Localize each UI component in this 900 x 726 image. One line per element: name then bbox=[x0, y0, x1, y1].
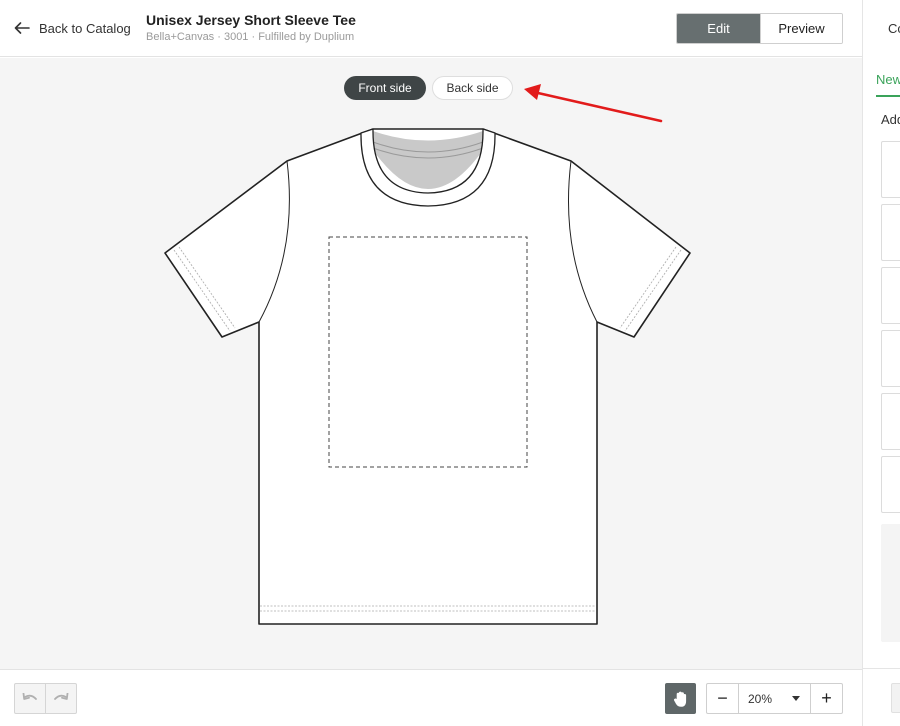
tshirt-mockup bbox=[164, 128, 691, 625]
zoom-level-select[interactable]: 20% bbox=[738, 684, 811, 713]
history-controls bbox=[14, 683, 77, 714]
undo-icon bbox=[22, 692, 38, 700]
arrow-left-icon bbox=[14, 22, 30, 34]
edit-button[interactable]: Edit bbox=[677, 14, 760, 43]
back-to-catalog-label: Back to Catalog bbox=[39, 20, 131, 36]
panel-add-label: Add bbox=[881, 112, 900, 127]
bottom-toolbar: − 20% + bbox=[0, 669, 862, 726]
panel-header: Co bbox=[888, 21, 900, 36]
chevron-down-icon bbox=[792, 696, 800, 701]
panel-option-card[interactable] bbox=[881, 141, 900, 198]
redo-icon bbox=[54, 692, 69, 700]
panel-option-card[interactable] bbox=[881, 204, 900, 261]
panel-footer-button[interactable] bbox=[891, 683, 900, 713]
hand-icon bbox=[673, 691, 686, 707]
right-panel: Co New Add bbox=[862, 0, 900, 726]
zoom-in-button[interactable]: + bbox=[811, 684, 842, 713]
back-to-catalog-link[interactable]: Back to Catalog bbox=[14, 19, 131, 37]
panel-option-card[interactable] bbox=[881, 267, 900, 324]
redo-button[interactable] bbox=[45, 684, 76, 713]
panel-tab-new[interactable]: New bbox=[876, 72, 900, 97]
zoom-level-value: 20% bbox=[748, 691, 773, 706]
preview-button[interactable]: Preview bbox=[760, 14, 842, 43]
front-side-button[interactable]: Front side bbox=[344, 76, 426, 100]
product-subtitle: Bella+Canvas · 3001 · Fulfilled by Dupli… bbox=[146, 31, 355, 43]
panel-option-card[interactable] bbox=[881, 330, 900, 387]
product-title: Unisex Jersey Short Sleeve Tee bbox=[146, 12, 356, 28]
zoom-controls: − 20% + bbox=[706, 683, 843, 714]
panel-footer-divider bbox=[863, 668, 900, 669]
panel-option-card[interactable] bbox=[881, 456, 900, 513]
back-side-button[interactable]: Back side bbox=[432, 76, 513, 100]
undo-button[interactable] bbox=[15, 684, 45, 713]
panel-info-box bbox=[881, 524, 900, 642]
mode-toggle: Edit Preview bbox=[676, 13, 843, 44]
design-canvas[interactable]: Front side Back side bbox=[0, 58, 862, 669]
top-bar: Back to Catalog Unisex Jersey Short Slee… bbox=[0, 0, 862, 57]
product-title-block: Unisex Jersey Short Sleeve Tee Bella+Can… bbox=[146, 12, 356, 44]
pan-tool-button[interactable] bbox=[665, 683, 696, 714]
zoom-out-button[interactable]: − bbox=[707, 684, 738, 713]
panel-option-card[interactable] bbox=[881, 393, 900, 450]
